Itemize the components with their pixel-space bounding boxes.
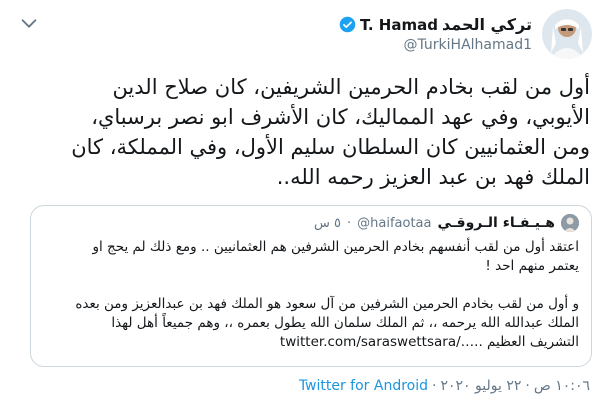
avatar[interactable]	[542, 9, 592, 59]
separator-dot: ·	[432, 378, 437, 394]
tweet-header: تركي الحمد T. Hamad @TurkiHAlhamad1	[339, 8, 592, 60]
tweet-metadata: ١٠:٠٦ ص · ٢٢ يوليو ٢٠٢٠ · Twitter for An…	[299, 378, 590, 394]
quoted-tweet-header: هـيـفـاء الـروقـي @haifaotaa · ٥ س	[43, 212, 579, 234]
quoted-link[interactable]: twitter.com/saraswettsara/…	[280, 334, 474, 350]
chevron-down-icon[interactable]	[18, 12, 40, 34]
verified-badge-icon	[339, 16, 356, 33]
tweet-time[interactable]: ١٠:٠٦ ص	[534, 378, 590, 394]
quoted-timestamp[interactable]: ٥ س	[314, 216, 341, 231]
author-name-row[interactable]: تركي الحمد T. Hamad	[339, 15, 532, 34]
quoted-author-handle[interactable]: @haifaotaa	[357, 216, 431, 231]
quoted-author-name[interactable]: هـيـفـاء الـروقـي	[437, 215, 555, 231]
quoted-avatar[interactable]	[561, 214, 579, 232]
author-name-arabic[interactable]: تركي الحمد	[442, 15, 532, 34]
author-handle[interactable]: @TurkiHAlhamad1	[403, 37, 532, 53]
separator-dot: ·	[347, 215, 352, 231]
quoted-paragraph-1: اعتقد أول من لقب أنفسهم بخادم الحرمين ال…	[92, 239, 580, 274]
tweet-date[interactable]: ٢٢ يوليو ٢٠٢٠	[440, 378, 521, 394]
quoted-tweet[interactable]: هـيـفـاء الـروقـي @haifaotaa · ٥ س اعتقد…	[30, 205, 592, 367]
quoted-paragraph-2: و أول من لقب بخادم الحرمين الشرفين من آل…	[43, 295, 579, 352]
tweet-text: أول من لقب بخادم الحرمين الشريفين، كان ص…	[71, 75, 590, 189]
author-name-english[interactable]: T. Hamad	[360, 16, 438, 34]
author-names: تركي الحمد T. Hamad @TurkiHAlhamad1	[339, 15, 532, 53]
tweet-source-link[interactable]: Twitter for Android	[299, 378, 428, 394]
separator-dot: ·	[525, 378, 530, 394]
quoted-tweet-body: اعتقد أول من لقب أنفسهم بخادم الحرمين ال…	[43, 238, 579, 352]
